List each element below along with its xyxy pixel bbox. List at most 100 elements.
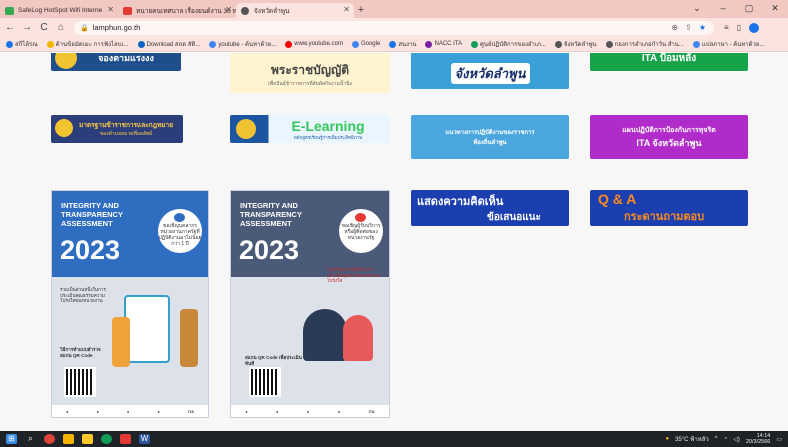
weather-icon[interactable]: ● [665, 436, 669, 442]
banner-row2-2[interactable]: E-Learning หลักสูตรเรียนรู้การเพิ่มประสิ… [230, 115, 390, 143]
banner-row2-1[interactable]: มาตรฐานข้าราชการและกฎหมาย ของตำบลหมวดที่… [51, 115, 183, 143]
bookmark-star-icon[interactable]: ★ [699, 23, 706, 32]
tab-search-icon[interactable]: ⌄ [684, 0, 710, 18]
clock[interactable]: 14:14 20/3/2566 [746, 433, 770, 445]
reading-list-icon[interactable]: ≡ [724, 23, 729, 33]
bookmark-item[interactable]: แปลภาษา - ค้นหาด้วย... [692, 39, 764, 49]
edge-icon[interactable] [101, 434, 112, 444]
youtube-icon: ● [157, 408, 160, 414]
close-icon[interactable]: ✕ [343, 5, 350, 14]
sidepanel-icon[interactable]: ▯ [737, 23, 741, 33]
close-icon[interactable]: ✕ [225, 5, 232, 14]
minimize-button[interactable]: – [710, 0, 736, 18]
bookmark-label: ศูนย์ปฏิบัติการของอำเภ... [480, 42, 546, 48]
banner-row1-4[interactable]: ITA ป้อมหลัง [590, 53, 748, 71]
bookmark-item[interactable]: ด้านข้อมัตเมะ การฟังไลบเ... [46, 39, 129, 49]
new-tab-button[interactable]: + [354, 3, 368, 18]
bookmark-item[interactable]: Download สถด สัติ... [137, 39, 200, 49]
banner-sublabel: ท้องถิ่นลำพูน [473, 140, 507, 146]
tab-youtube[interactable]: ทนายคนเทศบาล เรื่องยนต์งาน 36 ทาง... ✕ [118, 3, 236, 18]
banner-row1-3[interactable]: จังหวัดลำพูน [411, 53, 569, 89]
ita-poster-public[interactable]: INTEGRITY AND TRANSPARENCY ASSESSMENT 20… [230, 190, 390, 418]
bookmark-item[interactable]: กองการอำเภอกำวัน สำน... [605, 39, 684, 49]
banner-label: มาตรฐานข้าราชการและกฎหมาย [78, 122, 174, 129]
banner-label: จังหวัดลำพูน [450, 62, 530, 84]
bookmark-favicon-icon [692, 40, 700, 48]
banner-feedback[interactable]: แสดงความคิดเห็น ข้อเสนอแนะ [411, 190, 569, 226]
app-icon[interactable] [63, 434, 74, 444]
tab-lamphun[interactable]: จังหวัดลำพูน ✕ [236, 3, 354, 18]
home-button[interactable]: ⌂ [54, 22, 68, 33]
bookmark-label: www.youtube.com [294, 41, 343, 47]
file-explorer-icon[interactable] [82, 434, 93, 444]
poster-note: ร่วมเป็นส่วนหนึ่งในการประเมินคุณธรรมและค… [327, 267, 381, 283]
bookmark-item[interactable]: www.youtube.com [285, 40, 343, 48]
weather-text[interactable]: 35°C ฟ้าหลัว [675, 434, 709, 444]
word-icon[interactable]: W [139, 434, 150, 444]
back-button[interactable]: ← [3, 22, 17, 33]
windows-taskbar: ⊞ ⌕ W ● 35°C ฟ้าหลัว ^ ◔ ◁) 14:14 20/3/2… [0, 431, 788, 447]
banner-label: ITA ป้อมหลัง [641, 53, 697, 64]
youtube-icon: ● [337, 408, 341, 414]
bookmark-item[interactable]: สนงาน [389, 39, 416, 49]
web-icon: ● [96, 408, 99, 414]
bookmark-favicon-icon [425, 40, 433, 48]
banner-row1-2[interactable]: พระราชบัญญัติ เพื่อปันธุ์ข้าราชการที่สัม… [230, 53, 390, 93]
share-icon[interactable]: ⇪ [685, 23, 692, 32]
chevron-up-icon[interactable]: ^ [715, 436, 718, 442]
chrome-icon[interactable] [44, 434, 55, 444]
poster-title: INTEGRITY AND TRANSPARENCY ASSESSMENT [61, 201, 123, 228]
app-icon[interactable] [120, 434, 131, 444]
bookmark-item[interactable]: ศูนย์ปฏิบัติการของอำเภ... [471, 39, 546, 49]
tab-label: ทนายคนเทศบาล เรื่องยนต์งาน 36 ทาง... [136, 7, 236, 15]
poster-circle-text: ขอเชิญบุคลากรหน่วยงานภาครัฐที่ปฏิบัติงาน… [158, 223, 202, 247]
bookmark-item[interactable]: Google [351, 40, 380, 48]
network-icon[interactable]: ◔ [724, 436, 728, 442]
bookmark-favicon-icon [389, 40, 397, 48]
notification-icon[interactable]: ▭ [776, 436, 782, 443]
bookmark-item[interactable]: NACC ITA [425, 40, 462, 48]
poster-footer: ● ● ● ● ITA [52, 405, 208, 417]
poster-title: INTEGRITY AND TRANSPARENCY ASSESSMENT [240, 201, 302, 228]
close-icon[interactable]: ✕ [107, 5, 114, 14]
facebook-icon: ● [66, 408, 69, 414]
bookmark-label: กองการอำเภอกำวัน สำน... [614, 42, 684, 48]
bookmark-favicon-icon [209, 40, 217, 48]
poster-circle-text: ขอเชิญผู้รับบริการหรือผู้ติดต่อของหน่วยง… [341, 223, 381, 241]
zoom-icon[interactable]: ⊕ [671, 23, 678, 32]
poster-qr-label: สแกน QR Code เพื่อประเมินทันที [245, 355, 302, 366]
person-illustration [303, 309, 347, 361]
phone-illustration [124, 295, 170, 363]
bookmark-item[interactable]: youtube - ค้นหาด้วย... [209, 39, 276, 49]
bookmark-favicon-icon [554, 40, 562, 48]
ita-poster-staff[interactable]: INTEGRITY AND TRANSPARENCY ASSESSMENT 20… [51, 190, 209, 418]
poster-circle: ขอเชิญผู้รับบริการหรือผู้ติดต่อของหน่วยง… [339, 209, 383, 253]
windows-logo-icon[interactable]: ⊞ [6, 434, 17, 444]
banner-qa[interactable]: Q & A กระดานถามตอบ [590, 190, 748, 226]
bookmark-favicon-icon [351, 40, 359, 48]
reload-button[interactable]: C [37, 22, 51, 33]
banner-sublabel: ITA จังหวัดลำพูน [636, 137, 702, 148]
bookmark-label: จังหวัดลำพูน [563, 42, 597, 48]
profile-avatar[interactable] [749, 22, 760, 33]
tab-safelog[interactable]: SafeLog HotSpot Wifi Interne ✕ [0, 3, 118, 18]
bookmark-item[interactable]: จังหวัดลำพูน [554, 39, 597, 49]
volume-icon[interactable]: ◁) [733, 436, 740, 443]
close-window-button[interactable]: ✕ [762, 0, 788, 18]
banner-row2-4[interactable]: แผนปฏิบัติการป้องกันการทุจริต ITA จังหวั… [590, 115, 748, 159]
banner-row2-3[interactable]: แนวทางการปฏิบัติงานของราชการ ท้องถิ่นลำพ… [411, 115, 569, 159]
qr-code [249, 367, 281, 397]
browser-toolbar: ← → C ⌂ 🔒 lamphun.go.th ⊕ ⇪ ★ ≡ ▯ [0, 18, 788, 37]
banner-row1-1[interactable]: จองตามแรงงง [51, 53, 181, 71]
safelog-icon [5, 7, 14, 15]
forward-button[interactable]: → [20, 22, 34, 33]
url-text[interactable]: lamphun.go.th [93, 23, 141, 32]
maximize-button[interactable]: ▢ [736, 0, 762, 18]
search-icon[interactable]: ⌕ [25, 434, 36, 444]
poster-year: 2023 [239, 235, 300, 265]
bookmark-label: youtube - ค้นหาด้วย... [218, 42, 277, 48]
qr-code [64, 367, 96, 397]
bookmark-item[interactable]: สกีไล้รณ [6, 39, 38, 49]
banner-sublabel: หลักสูตรเรียนรู้การเพิ่มประสิทธิภาพ [293, 134, 363, 140]
address-bar[interactable]: 🔒 lamphun.go.th ⊕ ⇪ ★ [74, 20, 714, 35]
